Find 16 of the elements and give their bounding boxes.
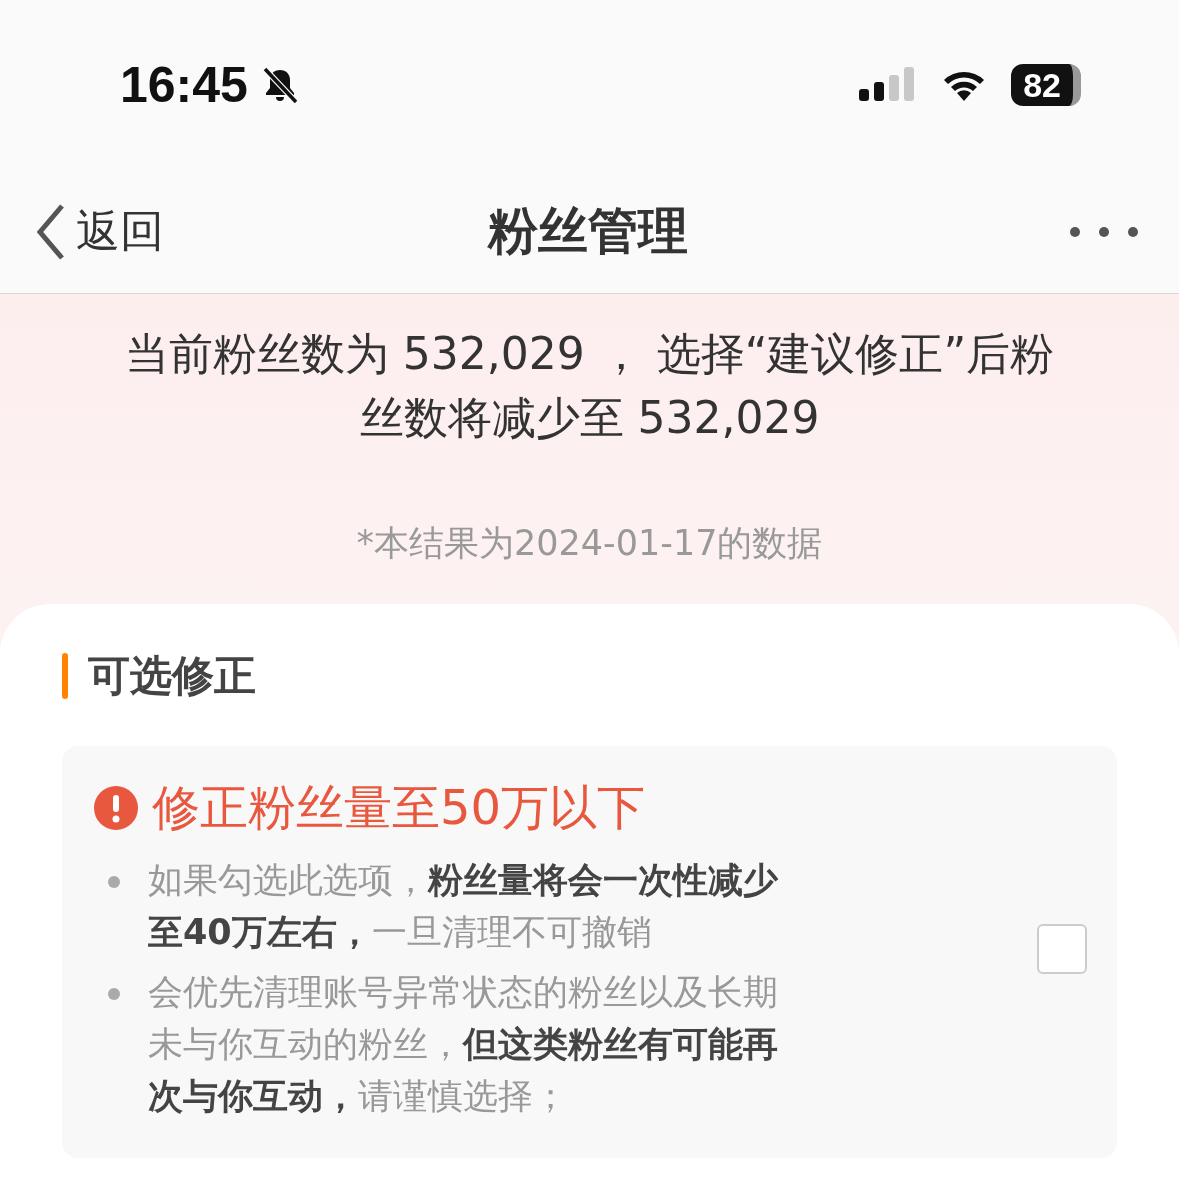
warning-icon xyxy=(94,786,138,830)
accent-bar xyxy=(62,653,68,699)
bullet-icon xyxy=(108,988,120,1000)
option-description: 会优先清理账号异常状态的粉丝以及长期未与你互动的粉丝，但这类粉丝有可能再次与你互动，请谨慎选择； xyxy=(148,971,779,1118)
follower-summary: 当前粉丝数为 532,029 ， 选择“建议修正”后粉丝数将减少至 532,029 xyxy=(123,327,1056,445)
page-title: 粉丝管理 xyxy=(487,201,688,262)
bullet-icon xyxy=(108,876,120,888)
battery-indicator: 82 xyxy=(1011,64,1081,106)
option-checkbox[interactable] xyxy=(1037,924,1087,974)
data-date-note: *本结果为2024-01-17的数据 xyxy=(356,522,823,565)
status-time: 16:45 xyxy=(120,56,248,114)
back-button[interactable]: 返回 xyxy=(36,201,164,262)
option-title: 修正粉丝量至50万以下 xyxy=(152,778,646,837)
more-icon[interactable] xyxy=(1069,224,1139,239)
option-description: 如果勾选此选项，粉丝量将会一次性减少至40万左右，一旦清理不可撤销 xyxy=(148,859,779,954)
section-title: 可选修正 xyxy=(88,650,256,702)
